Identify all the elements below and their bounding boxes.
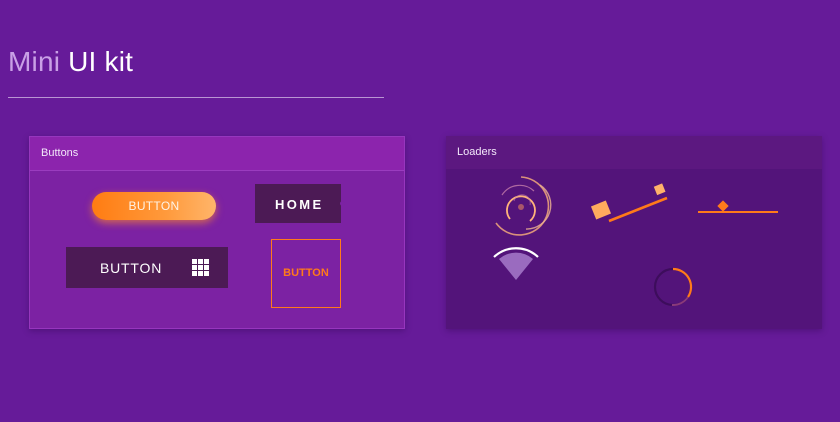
- circle-ring-loader: [653, 267, 693, 307]
- ui-kit-page: Mini UI kit Buttons BUTTON HOME BUTTON B…: [0, 0, 840, 422]
- spiral-rings-loader: [495, 176, 552, 236]
- loaders-panel-header: Loaders: [446, 136, 822, 169]
- dot-icon: [340, 201, 345, 206]
- page-title-bold: UI kit: [68, 46, 134, 77]
- seesaw-loader: [590, 183, 668, 223]
- grid-button-label: BUTTON: [100, 260, 163, 276]
- outline-button[interactable]: BUTTON: [271, 239, 341, 308]
- pill-button[interactable]: BUTTON: [92, 192, 216, 220]
- loaders-panel: Loaders: [446, 136, 822, 329]
- wifi-sector-loader: [493, 247, 539, 280]
- grid-icon: [192, 259, 209, 276]
- home-button[interactable]: HOME: [255, 184, 345, 223]
- buttons-panel-header: Buttons: [30, 137, 404, 171]
- home-button-label: HOME: [275, 197, 324, 212]
- page-title-light: Mini: [8, 46, 69, 77]
- page-title: Mini UI kit: [8, 42, 133, 82]
- buttons-panel: Buttons BUTTON HOME BUTTON BUTTON: [29, 136, 405, 329]
- title-divider: [8, 97, 384, 98]
- grid-button[interactable]: BUTTON: [66, 247, 228, 288]
- line-diamond-loader: [698, 200, 778, 213]
